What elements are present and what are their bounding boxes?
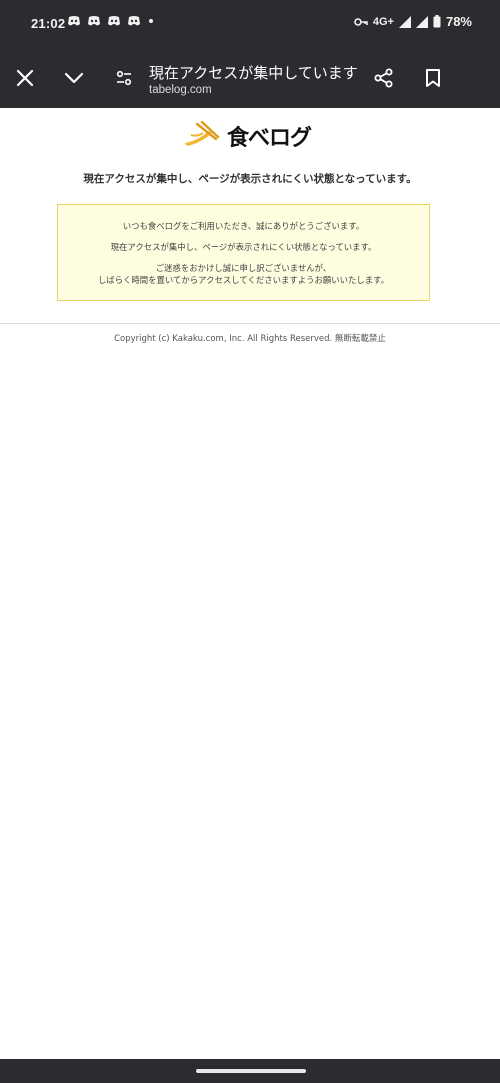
chopsticks-logo-icon <box>185 121 220 146</box>
more-notifications-dot-icon <box>149 19 153 23</box>
headline: 現在アクセスが集中し、ページが表示されにくい状態となっています。 <box>83 173 417 185</box>
share-button[interactable] <box>370 64 398 92</box>
bookmark-button[interactable] <box>419 64 447 92</box>
notice-line: いつも食べログをご利用いただき、誠にありがとうございます。 <box>122 221 365 231</box>
close-icon <box>16 69 34 87</box>
copyright: Copyright (c) Kakaku.com, Inc. All Right… <box>114 334 386 344</box>
page-controls-button[interactable] <box>110 64 138 92</box>
notice-apology: ご迷惑をおかけし誠に申し訳ございませんが、 しばらく時間を置いてからアクセスして… <box>58 262 429 286</box>
divider <box>0 323 500 324</box>
notice-line: しばらく時間を置いてからアクセスしてくださいますようお願いいたします。 <box>97 275 390 285</box>
battery-icon <box>433 15 441 28</box>
discord-icon <box>108 16 120 26</box>
notice-box: いつも食べログをご利用いただき、誠にありがとうございます。 現在アクセスが集中し… <box>57 204 430 301</box>
vpn-key-icon <box>354 17 368 26</box>
signal-icon <box>398 15 411 28</box>
page-title[interactable]: 現在アクセスが集中しています [... <box>149 62 359 83</box>
page-controls-icon <box>116 70 132 86</box>
browser-toolbar: 現在アクセスが集中しています [... tabelog.com <box>0 48 500 108</box>
discord-icon <box>128 16 140 26</box>
notice-line: ご迷惑をおかけし誠に申し訳ございませんが、 <box>155 263 332 273</box>
discord-icon <box>88 16 100 26</box>
notice-line: 現在アクセスが集中し、ページが表示されにくい状態となっています。 <box>110 242 377 252</box>
network-type: 4G+ <box>372 15 394 28</box>
tabelog-logo[interactable]: 食べログ <box>183 120 313 151</box>
minimize-button[interactable] <box>60 64 88 92</box>
page-url[interactable]: tabelog.com <box>149 84 212 96</box>
chevron-down-icon <box>64 72 84 84</box>
battery-percent: 78% <box>445 14 472 29</box>
notification-icons <box>67 15 155 27</box>
discord-icon <box>68 16 80 26</box>
navigation-bar <box>0 1059 500 1083</box>
logo-text: 食べログ <box>227 126 312 151</box>
signal-icon <box>415 15 428 28</box>
status-time: 21:02 <box>31 16 66 31</box>
status-bar: 21:02 4G+ 78% <box>0 0 500 48</box>
share-icon <box>374 68 393 88</box>
home-gesture-handle[interactable] <box>196 1069 306 1073</box>
close-button[interactable] <box>11 64 39 92</box>
web-content: 食べログ 現在アクセスが集中し、ページが表示されにくい状態となっています。 いつ… <box>0 108 500 1059</box>
bookmark-icon <box>426 69 440 87</box>
status-indicators: 4G+ 78% <box>354 14 472 29</box>
